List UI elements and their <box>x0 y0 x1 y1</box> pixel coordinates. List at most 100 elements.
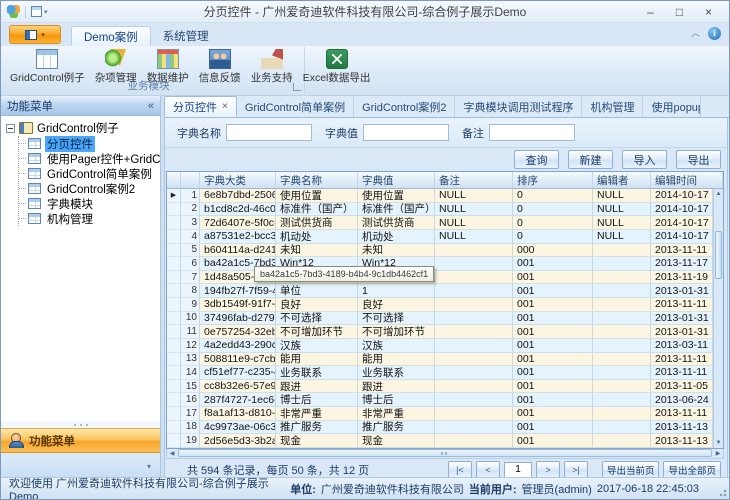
quick-access-icon[interactable] <box>31 6 42 17</box>
table-row[interactable]: 4a87531e2-bcc3-4...机动处机动处NULL0NULL2014-1… <box>167 229 713 244</box>
table-cell <box>435 434 513 448</box>
action-button[interactable]: 导出 <box>676 150 721 169</box>
table-cell: 4a2edd43-290c-4... <box>200 338 276 353</box>
table-cell <box>435 352 513 367</box>
tree-item[interactable]: 字典模块 <box>19 196 160 211</box>
grid-column-header[interactable]: 字典名称 <box>276 172 358 188</box>
table-row[interactable]: 6ba42a1c5-7bd3-4...Win*12Win*120012013-1… <box>167 257 713 271</box>
tree-item[interactable]: 机构管理 <box>19 211 160 226</box>
table-cell: 2013-01-31 <box>651 325 713 339</box>
action-bar: 查询 新建 导入 导出 <box>165 148 721 171</box>
table-row[interactable]: 8194fb27f-7f59-4e...单位1 001 2013-01-31 <box>167 284 713 298</box>
scroll-left-icon[interactable]: ◀ <box>167 449 177 458</box>
table-cell: NULL <box>435 202 513 217</box>
table-row[interactable]: 14cf51ef77-c235-4e...业务联系业务联系0012013-11-… <box>167 366 713 380</box>
table-row[interactable]: 192d56e5d3-3b2a-4...现金现金0012013-11-13 <box>167 434 713 448</box>
table-row[interactable]: 93db1549f-91f7-4...良好良好0012013-11-11 <box>167 298 713 312</box>
next-page-button[interactable]: > <box>535 461 560 478</box>
table-cell <box>593 298 651 312</box>
chevron-down-icon[interactable]: ▾ <box>147 462 151 471</box>
document-tab-label: 分页控件 <box>173 101 217 114</box>
tree-item[interactable]: GridControl案例2 <box>19 181 160 196</box>
row-indicator-cell <box>167 311 181 326</box>
dialog-launcher-icon[interactable] <box>293 83 301 91</box>
application-button[interactable]: ▾ <box>9 25 61 44</box>
last-page-button[interactable]: >| <box>563 461 588 478</box>
grid-column-header[interactable]: 排序 <box>513 172 593 188</box>
filter-input[interactable] <box>363 124 449 141</box>
page-number-input[interactable] <box>503 461 532 478</box>
table-cell: NULL <box>593 189 651 203</box>
info-icon[interactable]: i <box>708 27 721 40</box>
action-button[interactable]: 查询 <box>514 150 559 169</box>
resize-grip-icon[interactable] <box>717 487 727 497</box>
filter-input[interactable] <box>489 124 575 141</box>
horizontal-scrollbar[interactable]: ◀ ▶ <box>166 449 724 459</box>
splitter-grip[interactable] <box>1 421 160 428</box>
table-cell: 72d6407e-5f0c-4... <box>200 216 276 230</box>
document-tab[interactable]: 分页控件 × <box>164 96 237 117</box>
scrollbar-thumb[interactable] <box>178 449 712 457</box>
action-button[interactable]: 新建 <box>568 150 613 169</box>
table-row[interactable]: 1037496fab-d279-4...不可选择不可选择0012013-01-3… <box>167 311 713 326</box>
table-row[interactable]: 7 1d48a505-4c35- 001 2013-11-19 <box>167 270 713 285</box>
table-cell: 能用 <box>358 352 435 367</box>
tree-collapse-icon[interactable] <box>6 123 15 133</box>
minimize-button[interactable]: – <box>636 3 665 21</box>
ribbon-collapse-icon[interactable]: ︿ <box>691 29 700 38</box>
scroll-down-icon[interactable]: ▼ <box>714 438 723 448</box>
grid-column-header[interactable]: 编辑者 <box>593 172 651 188</box>
quick-access-dropdown-icon[interactable]: ▾ <box>44 8 48 16</box>
table-cell: 001 <box>513 352 593 367</box>
tree-item[interactable]: 分页控件 <box>19 135 160 152</box>
ribbon-tab[interactable]: Demo案例 <box>71 26 151 46</box>
grid-column-header[interactable]: 字典值 <box>358 172 435 188</box>
table-row[interactable]: 15cc8b32e6-57e9-4...跟进跟进0012013-11-05 <box>167 379 713 394</box>
table-row[interactable]: 13508811e9-c7cb-4...能用能用0012013-11-11 <box>167 352 713 367</box>
document-tab-label: 字典模块调用测试程序 <box>463 101 574 114</box>
document-tab[interactable]: GridControl简单案例 <box>237 96 355 117</box>
export-all-pages-button[interactable]: 导出全部页 <box>663 460 721 479</box>
vertical-scrollbar[interactable]: ▲ ▼ <box>713 189 723 448</box>
table-row[interactable]: 17f8a1af13-d810-48...非常严重非常严重0012013-11-… <box>167 407 713 421</box>
scroll-right-icon[interactable]: ▶ <box>713 449 723 458</box>
close-icon[interactable]: × <box>222 101 228 112</box>
close-button[interactable]: × <box>694 3 723 21</box>
document-tab[interactable]: 字典模块调用测试程序 <box>455 96 583 117</box>
table-cell: 2014-10-17 <box>651 216 713 230</box>
row-number: 13 <box>181 352 200 367</box>
table-row[interactable]: 110e757254-32eb-4...不可增加环节不可增加环节0012013-… <box>167 325 713 339</box>
navbar-group-header[interactable]: 功能菜单 <box>1 428 160 453</box>
filter-input[interactable] <box>226 124 312 141</box>
document-tab[interactable]: 使用popupContainerEdit和popupContainer实现数据展… <box>643 96 701 117</box>
table-cell: 良好 <box>276 298 358 312</box>
table-row[interactable]: ▶16e8b7dbd-2506-4...使用位置使用位置NULL0NULL201… <box>167 189 713 203</box>
row-indicator-cell <box>167 202 181 217</box>
table-row[interactable]: 184c9973ae-06c3-4...推广服务推广服务0012013-11-1… <box>167 420 713 435</box>
maximize-button[interactable]: □ <box>665 3 694 21</box>
first-page-button[interactable]: |< <box>447 461 472 478</box>
table-row[interactable]: 124a2edd43-290c-4...汉族汉族0012013-03-11 <box>167 338 713 353</box>
scroll-up-icon[interactable]: ▲ <box>714 189 723 199</box>
tree-root-node[interactable]: GridControl例子 <box>6 120 160 136</box>
table-row[interactable]: 2b1cd8c2d-46c0-4...标准件（国产）标准件（国产）NULL0NU… <box>167 202 713 217</box>
table-cell: 博士后 <box>276 393 358 407</box>
document-tab[interactable]: 机构管理 <box>582 96 644 117</box>
ribbon-tab[interactable]: 系统管理 <box>151 26 221 46</box>
previous-page-button[interactable]: < <box>475 461 500 478</box>
export-current-page-button[interactable]: 导出当前页 <box>601 460 660 479</box>
grid-column-header[interactable]: 字典大类 <box>200 172 276 188</box>
grid-column-header[interactable]: 编辑时间 <box>651 172 723 188</box>
table-cell: 001 <box>513 311 593 326</box>
table-row[interactable]: 5b604114a-d241-4...未知未知0002013-11-11 <box>167 243 713 258</box>
tree-item[interactable]: 使用Pager控件+GridControl的例 <box>19 151 160 166</box>
document-tab[interactable]: GridControl案例2 <box>354 96 456 117</box>
grid-column-header[interactable]: 备注 <box>435 172 513 188</box>
table-row[interactable]: 16287f4727-1ec6-4...博士后博士后0012013-06-24 <box>167 393 713 407</box>
tree-item[interactable]: GridControl简单案例 <box>19 166 160 181</box>
sidebar-collapse-icon[interactable]: « <box>148 100 154 112</box>
action-button[interactable]: 导入 <box>622 150 667 169</box>
scrollbar-thumb[interactable] <box>715 231 722 279</box>
ribbon-button[interactable]: Excel数据导出 <box>298 48 376 86</box>
table-row[interactable]: 372d6407e-5f0c-4...测试供货商测试供货商NULL0NULL20… <box>167 216 713 230</box>
